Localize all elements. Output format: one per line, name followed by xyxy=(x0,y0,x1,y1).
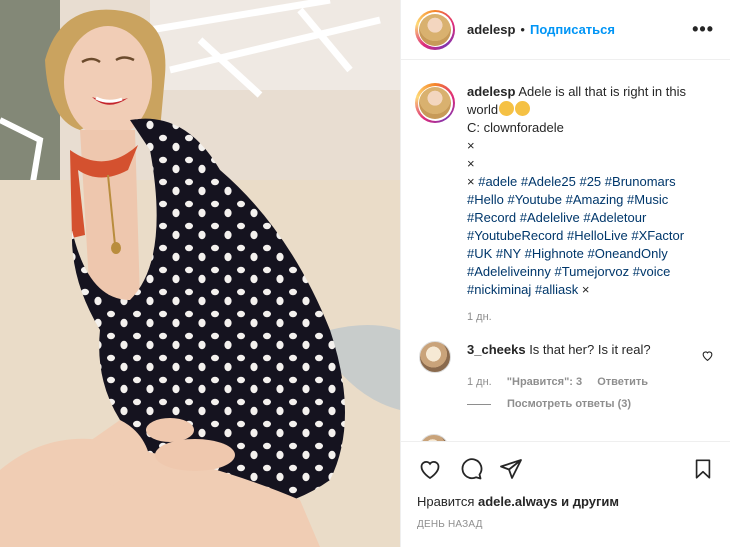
action-icons-row xyxy=(417,456,714,482)
hashtag-link[interactable]: #YoutubeRecord xyxy=(467,228,563,243)
hashtag-link[interactable]: #NY xyxy=(496,246,521,261)
hashtag-link[interactable]: #Hello xyxy=(467,192,504,207)
heart-icon[interactable] xyxy=(417,457,443,481)
hashtags: #adele #Adele25 #25 #Brunomars #Hello #Y… xyxy=(467,174,684,297)
comment-time[interactable]: 1 дн. xyxy=(467,376,492,388)
hashtag-link[interactable]: #Adele25 xyxy=(521,174,576,189)
comment-likes[interactable]: "Нравится": 3 xyxy=(507,376,582,388)
comment-item-partial xyxy=(419,434,675,441)
separator-dot: • xyxy=(520,22,525,37)
likes-suffix[interactable]: и другим xyxy=(561,494,619,509)
caption-timestamp[interactable]: 1 дн. xyxy=(467,311,714,323)
comment-meta: 1 дн. "Нравится": 3 Ответить xyxy=(467,376,714,388)
avatar-image xyxy=(419,13,451,46)
caption-x: × xyxy=(467,174,475,189)
comment-like-heart-icon[interactable] xyxy=(701,349,714,362)
author-avatar[interactable] xyxy=(415,9,455,50)
caption-username[interactable]: adelesp xyxy=(467,84,515,99)
hashtag-link[interactable]: #alliask xyxy=(535,282,578,297)
hashtag-link[interactable]: #OneandOnly xyxy=(588,246,668,261)
hashtag-link[interactable]: #Adeleliveinny xyxy=(467,264,551,279)
comment-text-block: 3_cheeks Is that her? Is it real? xyxy=(467,341,651,362)
comment-icon[interactable] xyxy=(459,457,483,481)
likes-prefix: Нравится xyxy=(417,494,475,509)
hashtag-link[interactable]: #Adelelive xyxy=(520,210,580,225)
follow-button[interactable]: Подписаться xyxy=(530,22,615,37)
caption-trailing: × xyxy=(581,282,590,297)
commenter-avatar[interactable] xyxy=(419,434,449,441)
hashtag-link[interactable]: #XFactor xyxy=(631,228,684,243)
photo-illustration xyxy=(0,0,400,547)
comments-area[interactable]: adelesp Adele is all that is right in th… xyxy=(401,61,730,441)
comment-item: 3_cheeks Is that her? Is it real? 1 дн. … xyxy=(415,341,714,410)
hashtag-link[interactable]: #Youtube xyxy=(507,192,561,207)
post-dialog: adelesp • Подписаться ••• adelesp Adele … xyxy=(0,0,730,547)
replies-divider xyxy=(467,403,491,405)
hashtag-link[interactable]: #HelloLive xyxy=(567,228,628,243)
liked-by-user[interactable]: adele.always xyxy=(478,494,558,509)
post-header: adelesp • Подписаться ••• xyxy=(401,0,730,60)
more-options-icon[interactable]: ••• xyxy=(692,19,714,40)
hashtag-link[interactable]: #Tumejorvoz xyxy=(554,264,629,279)
hashtag-link[interactable]: #voice xyxy=(633,264,671,279)
hashtag-link[interactable]: #adele xyxy=(478,174,517,189)
hashtag-link[interactable]: #UK xyxy=(467,246,492,261)
hashtag-link[interactable]: #Music xyxy=(627,192,668,207)
caption-body: adelesp Adele is all that is right in th… xyxy=(467,83,707,299)
view-replies-button[interactable]: Посмотреть ответы (3) xyxy=(467,398,714,410)
hashtag-link[interactable]: #Amazing xyxy=(566,192,624,207)
post-actions: Нравится adele.always и другим День наза… xyxy=(401,441,730,530)
comment-text: Is that her? Is it real? xyxy=(529,342,651,357)
paper-plane-icon[interactable] xyxy=(499,457,523,481)
caption-avatar[interactable] xyxy=(415,83,455,123)
weary-face-emoji-icon xyxy=(499,101,515,116)
author-username[interactable]: adelesp xyxy=(467,22,515,37)
hashtag-link[interactable]: #Adeletour xyxy=(583,210,646,225)
commenter-username[interactable]: 3_cheeks xyxy=(467,342,526,357)
post-caption: adelesp Adele is all that is right in th… xyxy=(415,83,714,299)
hashtag-link[interactable]: #nickiminaj xyxy=(467,282,531,297)
hug-emoji-icon xyxy=(515,101,531,116)
comment-body: 3_cheeks Is that her? Is it real? 1 дн. … xyxy=(467,341,714,410)
caption-credit: C: clownforadele xyxy=(467,120,564,135)
post-side-panel: adelesp • Подписаться ••• adelesp Adele … xyxy=(400,0,730,547)
likes-summary: Нравится adele.always и другим xyxy=(417,494,714,509)
reply-button[interactable]: Ответить xyxy=(597,376,648,388)
hashtag-link[interactable]: #Brunomars xyxy=(605,174,676,189)
caption-x: × xyxy=(467,156,475,171)
post-date[interactable]: День назад xyxy=(417,519,714,530)
caption-x: × xyxy=(467,138,475,153)
view-replies-label: Посмотреть ответы (3) xyxy=(507,398,632,410)
commenter-avatar[interactable] xyxy=(419,341,451,373)
hashtag-link[interactable]: #Highnote xyxy=(525,246,584,261)
bookmark-icon[interactable] xyxy=(692,457,714,481)
post-photo[interactable] xyxy=(0,0,400,547)
hashtag-link[interactable]: #25 xyxy=(579,174,601,189)
hashtag-link[interactable]: #Record xyxy=(467,210,516,225)
avatar-image xyxy=(419,87,451,119)
